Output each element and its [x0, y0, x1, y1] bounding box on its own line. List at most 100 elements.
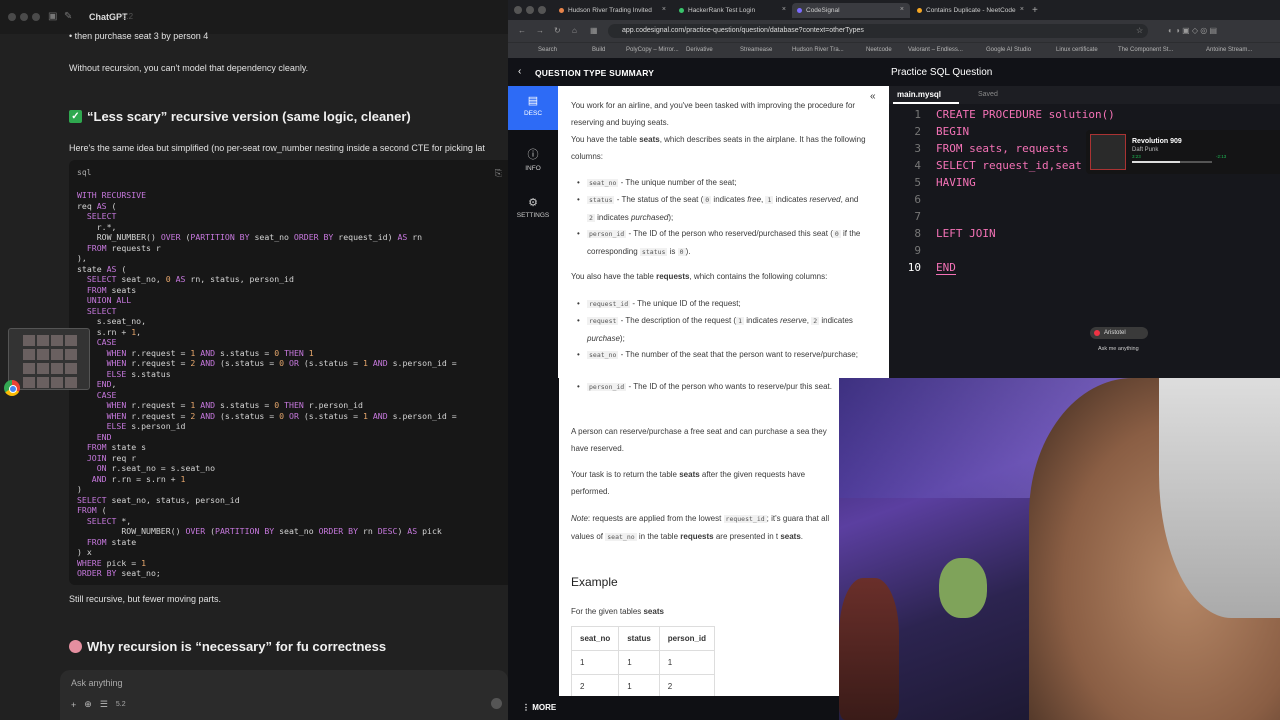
bookmark-item[interactable]: Streamease [740, 47, 772, 53]
screen: ▣ ✎ ChatGPT 5.2 • then purchase seat 3 b… [0, 0, 1280, 720]
more-button[interactable]: ⋮ MORE [508, 696, 839, 720]
bookmark-item[interactable]: Neetcode [866, 47, 892, 53]
bookmark-item[interactable]: Hudson River Tra... [792, 47, 844, 53]
browser-tab-bar: Hudson River Trading Invited × HackerRan… [508, 0, 1280, 20]
more-icon: ⋮ [522, 703, 533, 712]
line-number: 4 [914, 159, 921, 172]
code-line[interactable]: LEFT JOIN [936, 227, 996, 240]
ask-anything-input[interactable]: Ask anything [71, 678, 123, 688]
bookmark-item[interactable]: Derivative [686, 47, 713, 53]
close-window-button[interactable] [8, 13, 16, 21]
code-line[interactable]: HAVING [936, 176, 976, 189]
browser-close-button[interactable] [514, 6, 522, 14]
copy-code-icon[interactable]: ⎘ [495, 168, 502, 179]
minimize-window-button[interactable] [20, 13, 28, 21]
zoom-window-button[interactable] [32, 13, 40, 21]
line-number: 1 [914, 108, 921, 121]
question-description: « You work for an airline, and you've be… [559, 86, 889, 378]
assistant-widget[interactable]: Aristotel [1090, 327, 1148, 339]
line-number: 3 [914, 142, 921, 155]
bookmark-item[interactable]: Search [538, 47, 557, 53]
desc-list-item: request - The description of the request… [577, 312, 867, 347]
back-icon[interactable]: ← [518, 26, 526, 35]
track-progress-bar[interactable] [1132, 161, 1212, 163]
bookmark-star-icon[interactable]: ☆ [1136, 26, 1143, 35]
line-number: 2 [914, 125, 921, 138]
webcam-plush-toy [939, 558, 987, 618]
heading-why-recursion-text: Why recursion is “necessary” for fu corr… [87, 639, 387, 654]
tools-icon[interactable]: ☰ [100, 699, 108, 710]
chrome-icon[interactable] [4, 380, 20, 396]
plus-icon[interactable]: + [71, 700, 76, 710]
code-line[interactable]: BEGIN [936, 125, 969, 138]
code-line[interactable]: FROM seats, requests [936, 142, 1068, 155]
sidebar-item-info[interactable]: ⓘ INFO [508, 138, 558, 182]
description-body: person_id - The ID of the person who wan… [559, 378, 839, 720]
editor-file-tab[interactable]: main.mysql [897, 90, 941, 99]
sidebar-item-desc[interactable]: ▤ DESC [508, 86, 558, 130]
extension-icon[interactable]: ▦ [590, 26, 598, 35]
browser-zoom-button[interactable] [538, 6, 546, 14]
home-icon[interactable]: ⌂ [572, 26, 577, 35]
assistant-name: Aristotel [1104, 330, 1126, 336]
tab-codesignal[interactable]: CodeSignal × [792, 3, 910, 18]
sql-code-text: WITH RECURSIVE req AS ( SELECT r.*, ROW_… [77, 190, 457, 578]
new-chat-icon[interactable]: ✎ [64, 11, 72, 22]
example-intro-text: For the given tables [571, 607, 644, 616]
example-seats-table: seat_no status person_id 1 1 1 2 1 2 [570, 626, 716, 699]
album-art [1090, 134, 1126, 170]
new-tab-icon[interactable]: + [1032, 5, 1274, 16]
globe-icon[interactable]: ⊕ [84, 699, 92, 710]
code-line[interactable]: CREATE PROCEDURE solution() [936, 108, 1115, 121]
music-mini-player[interactable]: Revolution 909 Daft Punk 3:23 -2:13 [1086, 130, 1280, 174]
close-tab-icon[interactable]: × [900, 6, 904, 13]
bookmark-item[interactable]: Build [592, 47, 605, 53]
tab-label: Contains Duplicate - NeetCode [926, 7, 1016, 14]
bookmark-item[interactable]: Valorant – Endless... [908, 47, 963, 53]
code-language-label: sql [77, 168, 92, 177]
sidebar-toggle-icon[interactable]: ▣ [48, 11, 57, 22]
desc-paragraph: A person can reserve/purchase a free sea… [571, 427, 827, 453]
desc-paragraph: Your task is to return the table seats a… [571, 470, 806, 496]
tab-hudson-river[interactable]: Hudson River Trading Invited × [554, 3, 672, 18]
close-tab-icon[interactable]: × [782, 6, 786, 13]
bookmark-item[interactable]: PolyCopy – Mirror... [626, 47, 679, 53]
close-tab-icon[interactable]: × [1020, 6, 1024, 13]
active-tab-underline [893, 102, 959, 104]
bookmark-item[interactable]: Google AI Studio [986, 47, 1031, 53]
webcam-guitar [839, 578, 899, 720]
browser-minimize-button[interactable] [526, 6, 534, 14]
browser-window: Hudson River Trading Invited × HackerRan… [508, 0, 1280, 378]
tab-hackerrank[interactable]: HackerRank Test Login × [674, 3, 792, 18]
track-artist: Daft Punk [1132, 147, 1159, 153]
bookmark-item[interactable]: Antoine Stream... [1206, 47, 1252, 53]
model-version-label[interactable]: 5.2 [116, 701, 126, 708]
line-number: 9 [914, 244, 921, 257]
voice-mode-icon[interactable] [491, 698, 502, 709]
assistant-logo-icon [1094, 330, 1100, 336]
back-chevron-icon[interactable]: ‹ [518, 66, 521, 77]
ask-anything-composer[interactable]: Ask anything + ⊕ ☰ 5.2 [60, 670, 508, 720]
code-line[interactable]: END [936, 261, 956, 275]
tab-favicon-icon [559, 8, 564, 13]
desc-list-item: person_id - The ID of the person who res… [577, 225, 867, 261]
forward-icon[interactable]: → [536, 26, 544, 35]
line-number: 6 [914, 193, 921, 206]
url-bar[interactable]: app.codesignal.com/practice-question/que… [608, 24, 1148, 38]
elapsed-time: 3:23 [1132, 154, 1141, 159]
close-tab-icon[interactable]: × [662, 6, 666, 13]
bookmark-item[interactable]: Linux certificate [1056, 47, 1098, 53]
practice-title: Practice SQL Question [891, 67, 993, 78]
heading-why-recursion: Why recursion is “necessary” for fu corr… [69, 639, 386, 654]
reload-icon[interactable]: ↻ [554, 26, 561, 35]
question-type-summary-link[interactable]: QUESTION TYPE SUMMARY [535, 68, 654, 78]
extensions-tray-icon[interactable]: ◐ ◑ ▣ ◇ ◎ ▤ [1168, 26, 1217, 35]
desc-paragraph: Note: requests are applied from the lowe… [571, 514, 830, 541]
bookmark-item[interactable]: The Component St... [1118, 47, 1173, 53]
tab-neetcode[interactable]: Contains Duplicate - NeetCode × [912, 3, 1030, 18]
table-row: 1 1 1 [570, 650, 716, 675]
dock-thumbnail-grid[interactable] [8, 328, 90, 390]
sidebar-item-settings[interactable]: ⚙ SETTINGS [508, 188, 558, 232]
code-line[interactable]: SELECT request_id,seat [936, 159, 1082, 172]
assistant-ask-prompt[interactable]: Ask me anything [1098, 346, 1139, 352]
